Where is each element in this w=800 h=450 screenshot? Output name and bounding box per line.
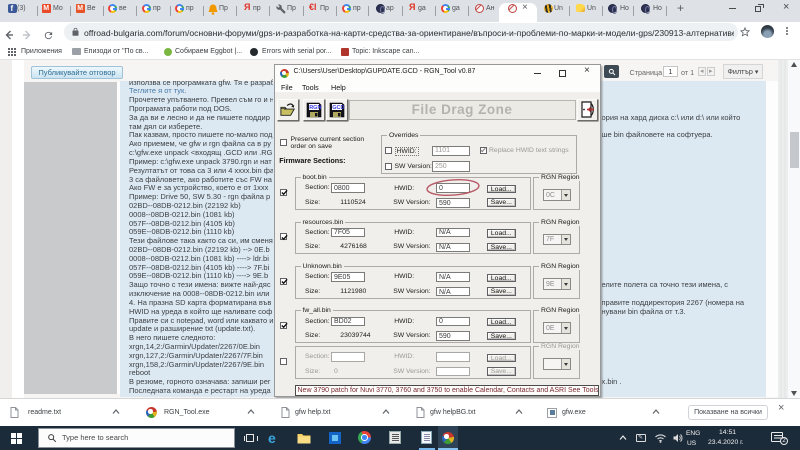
- svg-text:RGN: RGN: [310, 105, 322, 111]
- svg-text:GCD: GCD: [332, 105, 344, 111]
